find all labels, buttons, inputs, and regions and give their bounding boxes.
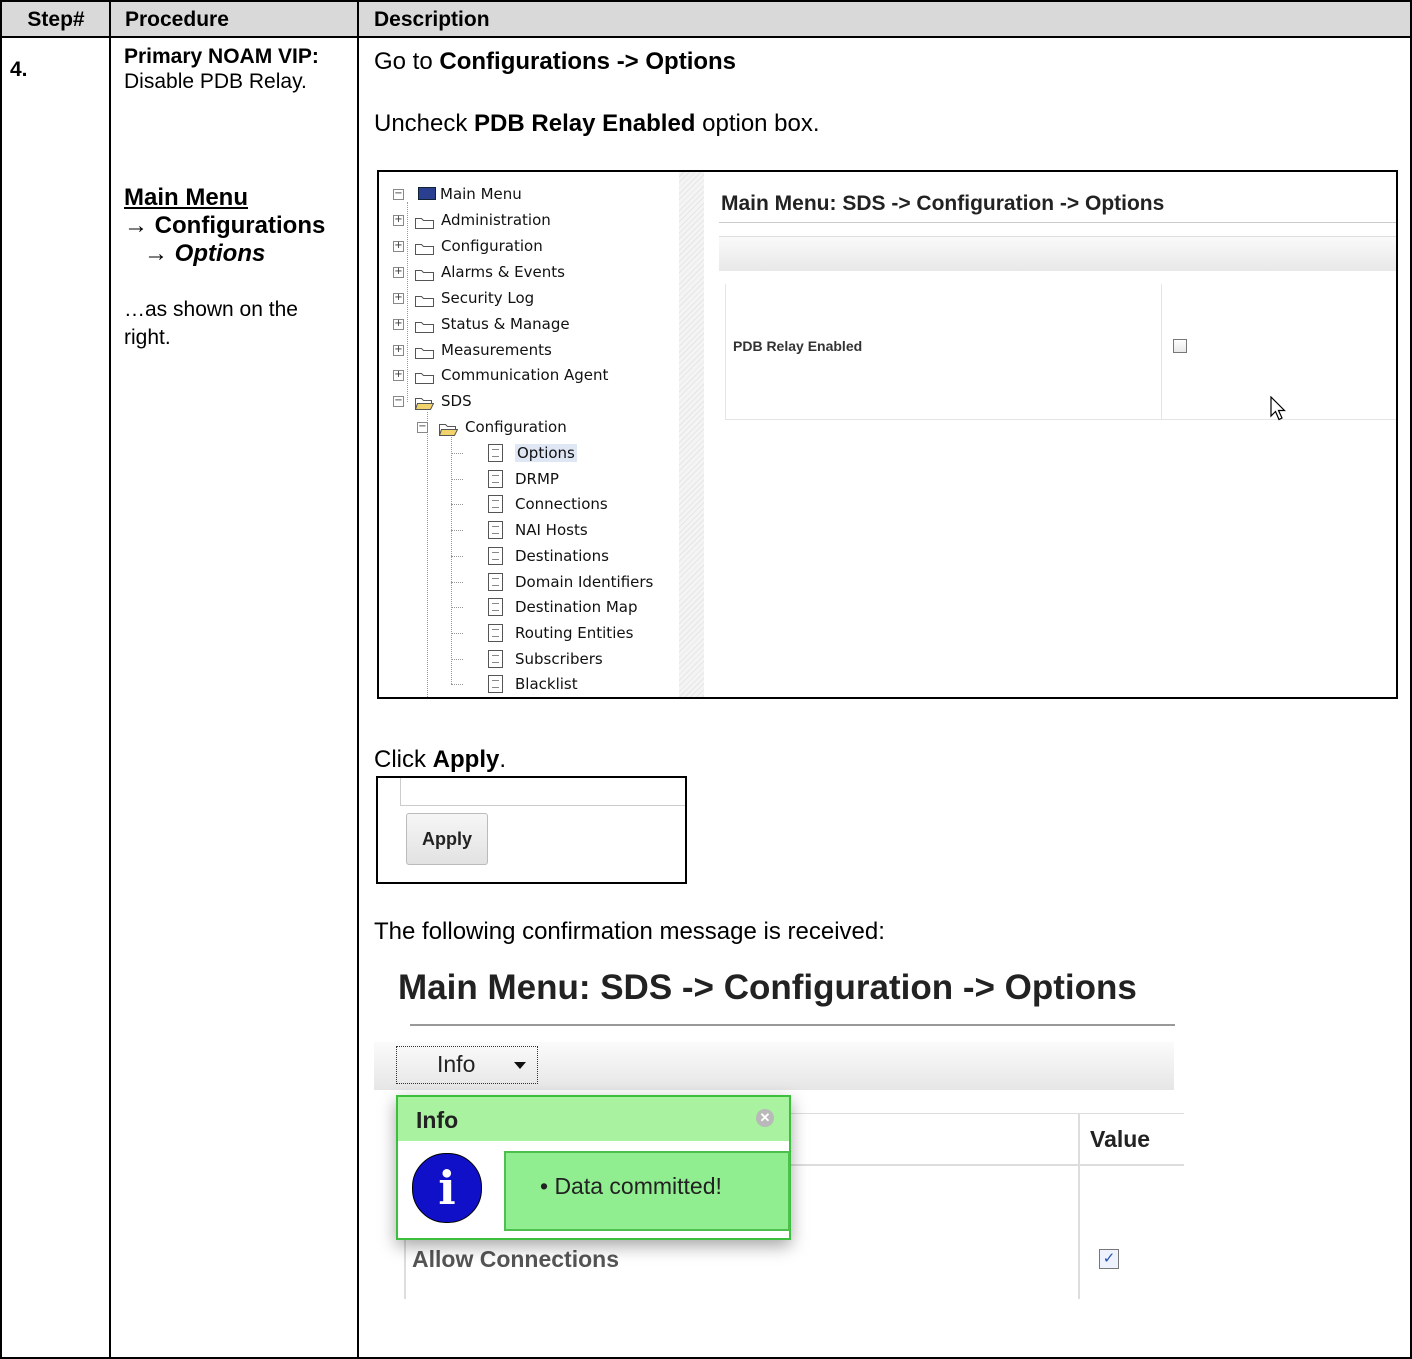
page-icon [488,470,503,488]
menu-level2: → Options [144,240,266,267]
options-panel: Main Menu: SDS -> Configuration -> Optio… [705,172,1396,697]
folder-icon [415,239,434,255]
tree-item-connections[interactable]: Connections [451,493,608,515]
tree-item-drmp[interactable]: DRMP [451,468,559,490]
folder-icon [415,368,434,384]
tree-item-subscribers[interactable]: Subscribers [451,648,603,670]
tree-item-communication-agent[interactable]: + Communication Agent [393,364,608,386]
folder-icon [415,291,434,307]
folder-icon [415,265,434,281]
folder-icon [415,213,434,229]
folder-icon [415,317,434,333]
info-dropdown[interactable]: Info [396,1046,538,1084]
folder-icon [415,343,434,359]
menu-level1: → Configurations [124,212,326,239]
menu-tree: − Main Menu + Administration + Configura… [379,172,680,697]
header-description-cell: Description [359,0,1410,36]
tree-item-nai-hosts[interactable]: NAI Hosts [451,519,588,541]
info-popup-title: Info [416,1107,459,1133]
tree-item-domain-identifiers[interactable]: Domain Identifiers [451,571,653,593]
page-icon [488,650,503,668]
allow-connections-checkbox[interactable]: ✓ [1099,1249,1119,1269]
procedure-title: Primary NOAM VIP: Disable PDB Relay. [124,44,344,94]
tree-item-security-log[interactable]: + Security Log [393,287,534,309]
confirmation-title: Main Menu: SDS -> Configuration -> Optio… [398,968,1137,1007]
expand-icon[interactable]: + [393,267,404,278]
expand-icon[interactable]: + [393,215,404,226]
step-number: 4. [10,58,28,81]
chevron-down-icon [514,1062,526,1069]
tree-item-blacklist[interactable]: Blacklist [451,673,578,695]
tree-item-administration[interactable]: + Administration [393,209,551,231]
header-procedure-cell: Procedure [111,0,357,36]
menu-path: Main Menu [124,184,248,211]
title-underline [719,222,1396,223]
tree-item-sds-configuration[interactable]: − Configuration [417,416,567,438]
success-message: • Data committed! [504,1151,790,1231]
tree-item-destination-map[interactable]: Destination Map [451,596,638,618]
collapse-icon[interactable]: − [393,396,404,407]
tree-item-routing-entities[interactable]: Routing Entities [451,622,633,644]
pane-splitter[interactable] [679,172,704,697]
info-popup: Info ✕ i • Data committed! [396,1095,791,1240]
allow-connections-label: Allow Connections [412,1246,619,1272]
expand-icon[interactable]: + [393,345,404,356]
panel-title: Main Menu: SDS -> Configuration -> Optio… [721,192,1165,215]
mouse-cursor-icon [1270,396,1286,421]
click-instruction: Click Apply. [374,746,507,773]
computer-icon [418,187,436,200]
arrow-icon: → [144,240,168,267]
value-header: Value [1090,1126,1151,1152]
panel-toolbar [719,236,1396,271]
header-step: Step# [27,8,85,31]
open-folder-icon [414,394,435,410]
header-procedure: Procedure [125,8,229,31]
info-icon: i [412,1153,482,1223]
page-icon [488,675,503,693]
page-icon [488,624,503,642]
options-screenshot: − Main Menu + Administration + Configura… [377,170,1398,699]
procedure-title-bold: Primary NOAM VIP: [124,45,319,68]
expand-icon[interactable]: + [393,241,404,252]
go-to-instruction: Go to Configurations -> Options [374,48,737,75]
page-icon [488,573,503,591]
expand-icon[interactable]: + [393,319,404,330]
confirmation-screenshot: Main Menu: SDS -> Configuration -> Optio… [374,960,1184,1300]
expand-icon[interactable]: + [393,370,404,381]
tree-item-alarms-events[interactable]: + Alarms & Events [393,261,565,283]
page-icon [488,495,503,513]
header-step-cell: Step# [2,0,110,36]
tree-item-sds[interactable]: − SDS [393,390,472,412]
procedure-title-rest: Disable PDB Relay. [124,70,307,93]
info-popup-header: Info ✕ [398,1097,789,1141]
tree-item-measurements[interactable]: + Measurements [393,339,552,361]
collapse-icon[interactable]: − [417,422,428,433]
arrow-icon: → [124,212,148,239]
expand-icon[interactable]: + [393,293,404,304]
apply-button[interactable]: Apply [406,813,488,865]
procedure-note: …as shown on the right. [124,298,298,349]
pdb-relay-label: PDB Relay Enabled [733,338,863,354]
page-icon [488,547,503,565]
uncheck-instruction: Uncheck PDB Relay Enabled option box. [374,110,820,137]
page-icon [488,521,503,539]
close-icon[interactable]: ✕ [756,1109,774,1127]
tree-item-destinations[interactable]: Destinations [451,545,609,567]
tree-root[interactable]: − Main Menu [393,183,522,205]
page-icon [488,444,503,462]
confirmation-instruction: The following confirmation message is re… [374,918,885,945]
tree-item-status-manage[interactable]: + Status & Manage [393,313,570,335]
apply-screenshot: Apply [376,776,687,884]
header-description: Description [374,8,490,31]
tree-item-options[interactable]: Options [451,442,577,464]
page-icon [488,598,503,616]
tree-item-configuration[interactable]: + Configuration [393,235,543,257]
open-folder-icon [438,420,459,436]
collapse-icon[interactable]: − [393,189,404,200]
pdb-relay-checkbox[interactable] [1173,339,1187,353]
